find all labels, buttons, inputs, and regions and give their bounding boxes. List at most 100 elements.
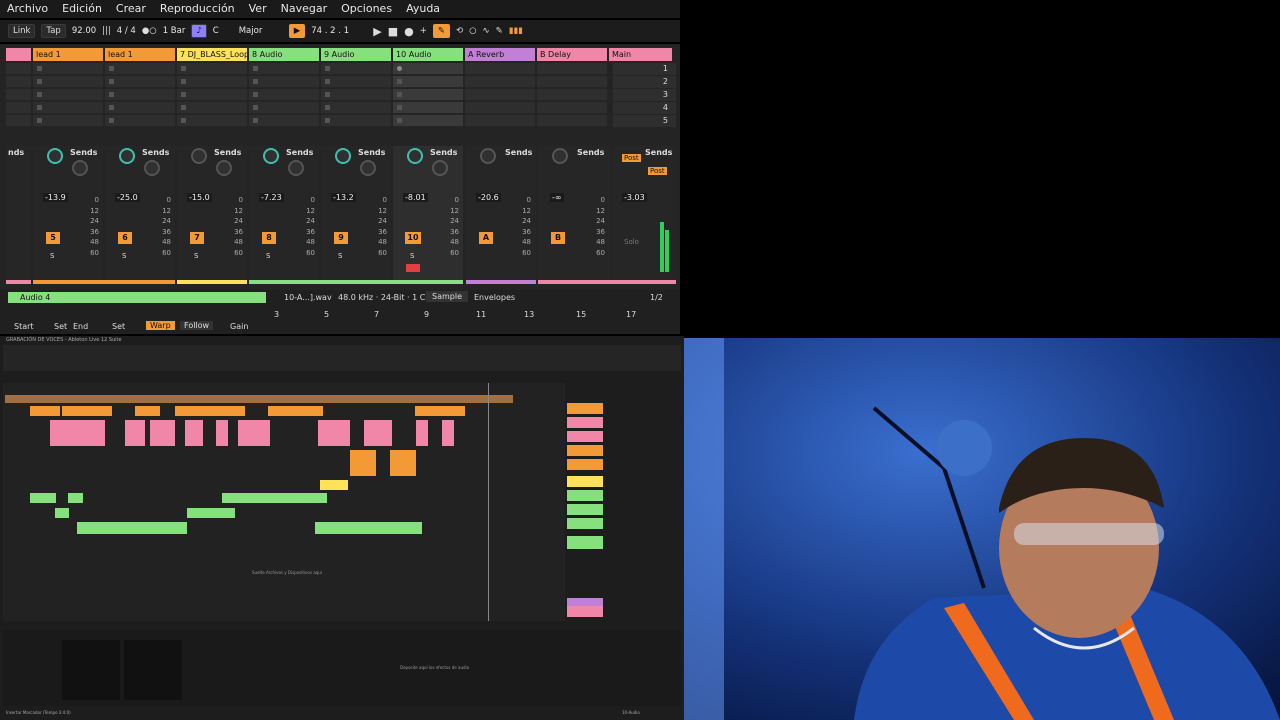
track-header-6[interactable]: 10 Audio: [393, 48, 463, 61]
menu-opciones[interactable]: Opciones: [334, 0, 399, 18]
send-a-knob[interactable]: [480, 148, 496, 164]
signature-field[interactable]: 4 / 4: [117, 26, 136, 36]
nested-track-header[interactable]: [567, 445, 603, 456]
volume-readout[interactable]: -∞: [550, 193, 564, 202]
tap-button[interactable]: Tap: [41, 24, 66, 38]
track-activator[interactable]: 5: [46, 232, 60, 244]
arrangement-clip[interactable]: [350, 450, 376, 476]
clip-slot[interactable]: [537, 63, 607, 75]
clip-slot[interactable]: [393, 63, 463, 75]
menu-navegar[interactable]: Navegar: [274, 0, 335, 18]
arrangement-clip[interactable]: [30, 493, 56, 503]
arrangement-clip[interactable]: [125, 420, 145, 446]
solo-button[interactable]: S: [194, 252, 198, 260]
arrangement-clip[interactable]: [318, 420, 350, 446]
arrangement-clip[interactable]: [268, 406, 323, 416]
send-a-knob[interactable]: [407, 148, 423, 164]
arrangement-clip[interactable]: [315, 522, 422, 534]
arrangement-clip[interactable]: [175, 406, 245, 416]
metronome-icon[interactable]: |||: [102, 26, 111, 36]
clip-slot[interactable]: [321, 63, 391, 75]
track-activator[interactable]: 6: [118, 232, 132, 244]
volume-readout[interactable]: -15.0: [187, 193, 212, 202]
draw-icon[interactable]: ✎: [496, 26, 503, 36]
volume-readout[interactable]: -13.2: [331, 193, 356, 202]
scene-launch-3[interactable]: 3: [613, 89, 676, 101]
clip-slot[interactable]: [177, 63, 247, 75]
track-activator[interactable]: A: [479, 232, 493, 244]
add-icon[interactable]: +: [420, 26, 427, 36]
position-field[interactable]: 74 . 2 . 1: [311, 26, 367, 36]
envelopes-tab[interactable]: Envelopes: [474, 293, 515, 302]
send-a-knob[interactable]: [263, 148, 279, 164]
send-a-knob[interactable]: [552, 148, 568, 164]
send-b-knob[interactable]: [432, 160, 448, 176]
send-a-knob[interactable]: [119, 148, 135, 164]
follow-button[interactable]: Follow: [180, 321, 214, 330]
nested-track-header[interactable]: [567, 504, 603, 515]
post-button[interactable]: Post: [648, 167, 667, 175]
nested-track-header[interactable]: [567, 431, 603, 442]
page-indicator[interactable]: 1/2: [650, 293, 663, 302]
menu-crear[interactable]: Crear: [109, 0, 153, 18]
arrangement-clip[interactable]: [150, 420, 175, 446]
nested-return-header[interactable]: [567, 606, 603, 617]
arrangement-clip[interactable]: [55, 508, 69, 518]
scene-launch-1[interactable]: 1: [613, 63, 676, 75]
arrangement-clip[interactable]: [416, 420, 428, 446]
scene-launch-5[interactable]: 5: [613, 115, 676, 127]
solo-button[interactable]: S: [50, 252, 54, 260]
send-b-knob[interactable]: [72, 160, 88, 176]
send-b-knob[interactable]: [288, 160, 304, 176]
track-header-2[interactable]: lead 1: [105, 48, 175, 61]
track-header-9[interactable]: Main: [609, 48, 672, 61]
clip-track-name[interactable]: Audio 4: [8, 292, 266, 303]
arrangement-clip[interactable]: [50, 420, 105, 446]
arrangement-clip[interactable]: [187, 508, 235, 518]
track-header-5[interactable]: 9 Audio: [321, 48, 391, 61]
arm-button[interactable]: [406, 264, 420, 272]
scale-mode-icon[interactable]: ♪: [191, 24, 207, 38]
track-header-3[interactable]: 7 DJ_BLASS_Loop: [177, 48, 247, 61]
arrangement-clip[interactable]: [77, 522, 187, 534]
nested-track-header[interactable]: [567, 536, 603, 549]
menu-reproduccion[interactable]: Reproducción: [153, 0, 242, 18]
menu-ver[interactable]: Ver: [242, 0, 274, 18]
volume-readout[interactable]: -8.01: [403, 193, 428, 202]
track-activator[interactable]: 8: [262, 232, 276, 244]
nested-track-header[interactable]: [567, 417, 603, 428]
volume-readout[interactable]: -20.6: [476, 193, 501, 202]
track-header-0[interactable]: [6, 48, 31, 61]
solo-button[interactable]: S: [122, 252, 126, 260]
arrangement-clip[interactable]: [216, 420, 228, 446]
set-start-button[interactable]: Set: [54, 322, 67, 331]
solo-button[interactable]: S: [410, 252, 414, 260]
scene-launch-4[interactable]: 4: [613, 102, 676, 114]
nested-track-header[interactable]: [567, 476, 603, 487]
set-end-button[interactable]: Set: [112, 322, 125, 331]
arrangement-clip[interactable]: [30, 406, 60, 416]
nested-track-header[interactable]: [567, 518, 603, 529]
track-activator[interactable]: 7: [190, 232, 204, 244]
send-b-knob[interactable]: [144, 160, 160, 176]
quantize-select[interactable]: 1 Bar: [163, 26, 186, 36]
send-b-knob[interactable]: [360, 160, 376, 176]
volume-readout[interactable]: -25.0: [115, 193, 140, 202]
post-button[interactable]: Post: [622, 154, 641, 162]
record-icon[interactable]: ●: [404, 25, 414, 38]
arrangement-clip[interactable]: [5, 395, 513, 403]
send-a-knob[interactable]: [335, 148, 351, 164]
curve-icon[interactable]: ∿: [483, 26, 490, 36]
clip-slot[interactable]: [6, 63, 31, 75]
arrangement-clip[interactable]: [68, 493, 83, 503]
volume-readout[interactable]: -3.03: [622, 193, 647, 202]
solo-button[interactable]: S: [266, 252, 270, 260]
warp-button[interactable]: Warp: [146, 321, 175, 330]
nested-track-header[interactable]: [567, 459, 603, 470]
arrangement-clip[interactable]: [442, 420, 454, 446]
track-header-8[interactable]: B Delay: [537, 48, 607, 61]
link-button[interactable]: Link: [8, 24, 36, 38]
clip-slot[interactable]: [105, 63, 175, 75]
automation-icon[interactable]: ✎: [432, 24, 450, 38]
nested-track-header[interactable]: [567, 490, 603, 501]
